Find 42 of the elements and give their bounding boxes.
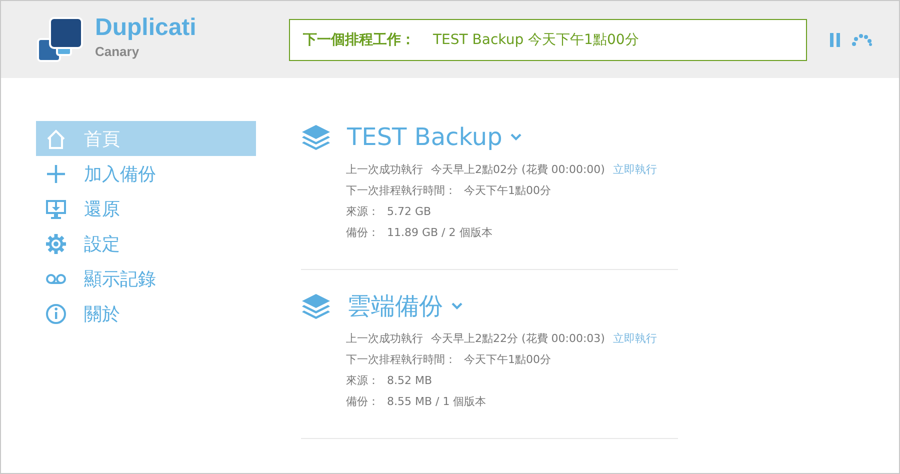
detail-label: 下一次排程執行時間： bbox=[346, 352, 456, 367]
layers-icon bbox=[301, 293, 331, 319]
detail-label: 上一次成功執行 bbox=[346, 162, 423, 177]
gear-icon bbox=[45, 232, 67, 254]
nav-item[interactable]: 還原 bbox=[36, 191, 256, 226]
detail-value: 8.55 MB / 1 個版本 bbox=[387, 394, 486, 409]
detail-value: 今天下午1點00分 bbox=[464, 183, 551, 198]
monitor-icon bbox=[45, 198, 67, 220]
layers-icon bbox=[301, 124, 331, 150]
info-icon bbox=[45, 302, 67, 324]
nav-item[interactable]: 關於 bbox=[36, 296, 256, 331]
run-now-link[interactable]: 立即執行 bbox=[612, 162, 657, 177]
run-now-link[interactable]: 立即執行 bbox=[612, 331, 657, 346]
plus-icon bbox=[45, 162, 67, 184]
nav-item[interactable]: 加入備份 bbox=[36, 156, 256, 191]
app-name: Duplicati bbox=[95, 14, 196, 42]
status-label: 下一個排程工作： bbox=[303, 30, 415, 48]
detail-value: 今天早上2點22分 (花費 00:00:03) bbox=[431, 331, 605, 346]
chevron-down-icon[interactable] bbox=[510, 133, 522, 141]
backup-title-link[interactable]: TEST Backup bbox=[347, 123, 502, 151]
home-icon bbox=[45, 128, 67, 150]
detail-label: 備份： bbox=[346, 225, 379, 240]
speed-icon[interactable] bbox=[851, 34, 873, 46]
nav-item[interactable]: 首頁 bbox=[36, 121, 256, 156]
detail-label: 備份： bbox=[346, 394, 379, 409]
backup-title-link[interactable]: 雲端備份 bbox=[347, 290, 443, 322]
logo-icon bbox=[37, 16, 83, 62]
detail-label: 來源： bbox=[346, 204, 379, 219]
detail-value: 11.89 GB / 2 個版本 bbox=[387, 225, 492, 240]
nav-item[interactable]: 設定 bbox=[36, 226, 256, 261]
chevron-down-icon[interactable] bbox=[451, 302, 463, 310]
detail-label: 來源： bbox=[346, 373, 379, 388]
detail-value: 今天下午1點00分 bbox=[464, 352, 551, 367]
detail-label: 上一次成功執行 bbox=[346, 331, 423, 346]
detail-value: 5.72 GB bbox=[387, 205, 432, 218]
app-edition: Canary bbox=[95, 44, 140, 59]
detail-value: 今天早上2點02分 (花費 00:00:00) bbox=[431, 162, 605, 177]
status-value: TEST Backup 今天下午1點00分 bbox=[433, 30, 639, 48]
pause-icon[interactable] bbox=[829, 32, 841, 46]
nav-item[interactable]: 顯示記錄 bbox=[36, 261, 256, 296]
detail-value: 8.52 MB bbox=[387, 374, 432, 387]
detail-label: 下一次排程執行時間： bbox=[346, 183, 456, 198]
